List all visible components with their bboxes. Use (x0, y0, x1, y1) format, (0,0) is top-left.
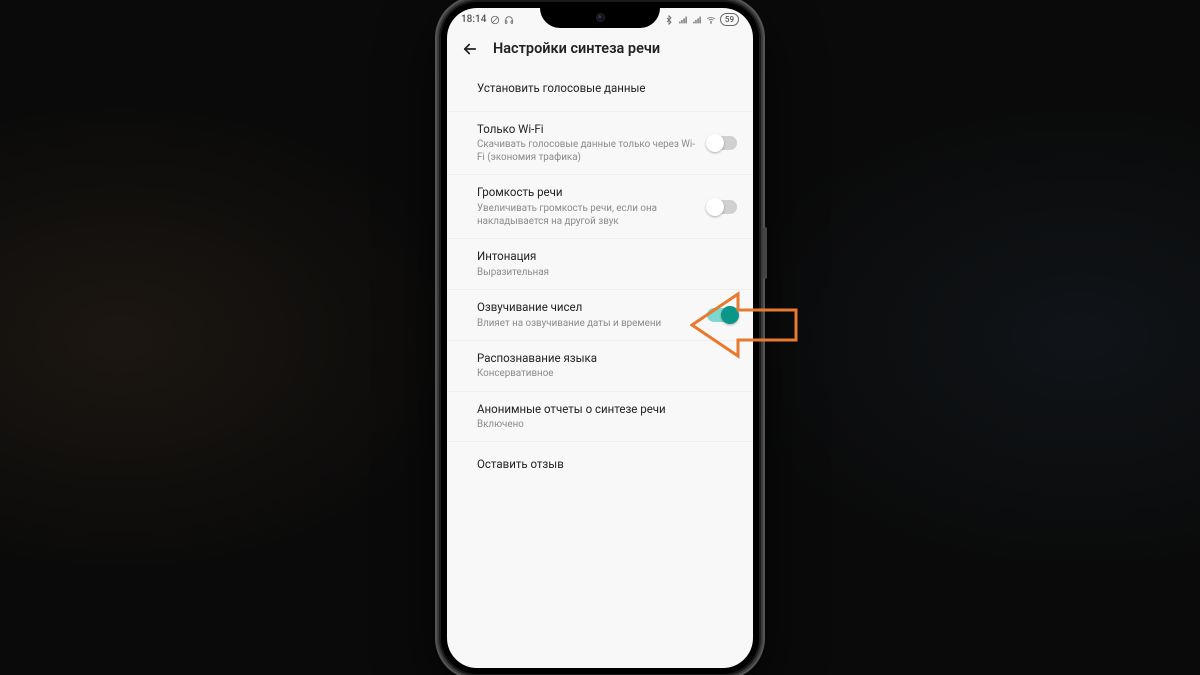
setting-install-voice-data[interactable]: Установить голосовые данные (447, 68, 753, 112)
setting-title: Озвучивание чисел (477, 300, 697, 316)
setting-anonymous-reports[interactable]: Анонимные отчеты о синтезе речи Включено (447, 392, 753, 443)
setting-number-pronunciation[interactable]: Озвучивание чисел Влияет на озвучивание … (447, 290, 753, 341)
camera-dot (596, 13, 605, 22)
setting-subtitle: Увеличивать громкость речи, если она нак… (477, 202, 697, 228)
setting-leave-feedback[interactable]: Оставить отзыв (447, 442, 753, 486)
setting-title: Оставить отзыв (477, 457, 737, 473)
app-bar: Настройки синтеза речи (447, 32, 753, 68)
headphones-icon (504, 15, 514, 25)
phone-frame: 18:14 (441, 2, 759, 674)
bluetooth-icon (664, 15, 674, 25)
back-icon[interactable] (461, 40, 479, 58)
settings-list: Установить голосовые данные Только Wi-Fi… (447, 68, 753, 487)
setting-intonation[interactable]: Интонация Выразительная (447, 239, 753, 290)
toggle-wifi-only[interactable] (707, 136, 737, 150)
setting-title: Интонация (477, 249, 737, 265)
setting-subtitle: Консервативное (477, 367, 737, 380)
wifi-icon (706, 15, 716, 25)
setting-subtitle: Скачивать голосовые данные только через … (477, 138, 697, 164)
battery-value: 59 (725, 14, 734, 25)
setting-speech-volume[interactable]: Громкость речи Увеличивать громкость реч… (447, 175, 753, 239)
setting-title: Громкость речи (477, 185, 697, 201)
toggle-speech-volume[interactable] (707, 200, 737, 214)
battery-indicator: 59 (720, 13, 739, 26)
setting-subtitle: Влияет на озвучивание даты и времени (477, 317, 697, 330)
setting-title: Только Wi-Fi (477, 122, 697, 138)
setting-title: Анонимные отчеты о синтезе речи (477, 402, 737, 418)
setting-title: Распознавание языка (477, 351, 737, 367)
phone-screen: 18:14 (447, 8, 753, 668)
toggle-number-pronunciation[interactable] (707, 308, 737, 322)
signal-icon-2 (692, 15, 702, 25)
setting-subtitle: Выразительная (477, 266, 737, 279)
signal-icon (678, 15, 688, 25)
setting-subtitle: Включено (477, 418, 737, 431)
display-notch (540, 8, 660, 28)
page-title: Настройки синтеза речи (493, 40, 660, 57)
setting-wifi-only[interactable]: Только Wi-Fi Скачивать голосовые данные … (447, 112, 753, 176)
status-time: 18:14 (461, 14, 486, 25)
setting-language-detection[interactable]: Распознавание языка Консервативное (447, 341, 753, 392)
do-not-disturb-icon (490, 15, 500, 25)
setting-title: Установить голосовые данные (477, 81, 737, 97)
